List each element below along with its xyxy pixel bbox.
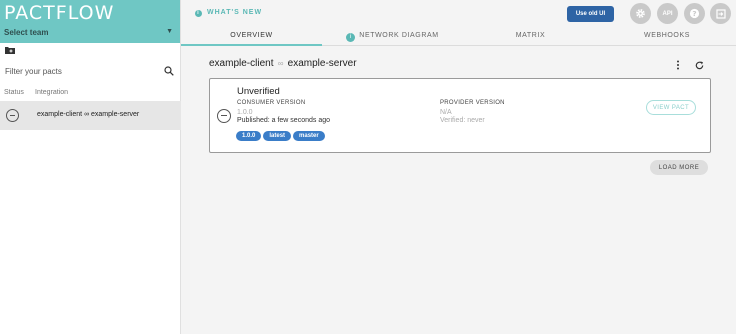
folder-add-icon[interactable]	[5, 46, 15, 54]
tag-badge[interactable]: master	[293, 131, 325, 141]
unverified-status-icon	[6, 109, 19, 122]
info-icon: i	[346, 33, 356, 42]
unverified-status-icon	[217, 109, 231, 123]
brand-header: PACTFLOW Select team ▼	[0, 0, 180, 43]
chevron-down-icon[interactable]: ▼	[166, 28, 173, 35]
tab-matrix[interactable]: MATRIX	[463, 28, 598, 46]
integration-title: example-client ∞ example-server	[209, 58, 357, 69]
gear-icon	[636, 9, 645, 18]
use-old-ui-button[interactable]: Use old UI	[567, 6, 614, 22]
search-icon[interactable]	[164, 66, 174, 76]
provider-version-label: PROVIDER VERSION	[440, 100, 505, 106]
sidebar-item-example-integration[interactable]: example-client ∞ example-server	[0, 101, 181, 130]
sidebar: PACTFLOW Select team ▼ Status Integratio…	[0, 0, 181, 334]
pactflow-logo: PACTFLOW	[4, 2, 115, 24]
consumer-name: example-client	[209, 58, 274, 69]
verified-time: Verified: never	[440, 117, 485, 124]
tab-webhooks[interactable]: WEBHOOKS	[598, 28, 736, 46]
tab-network-diagram[interactable]: i NETWORK DIAGRAM	[322, 28, 463, 46]
tag-badge[interactable]: 1.0.0	[236, 131, 262, 141]
svg-text:?: ?	[692, 9, 696, 18]
tag-badge[interactable]: latest	[263, 131, 292, 141]
kebab-icon[interactable]	[673, 60, 683, 70]
list-column-headers: Status Integration	[0, 88, 181, 100]
integration-label: example-client ∞ example-server	[37, 111, 140, 118]
filter-bar	[0, 62, 181, 80]
help-button[interactable]: ?	[684, 3, 705, 24]
consumer-version-label: CONSUMER VERSION	[237, 100, 306, 106]
consumer-version: 1.0.0	[237, 109, 253, 116]
question-icon: ?	[689, 9, 700, 19]
pact-card: Unverified CONSUMER VERSION 1.0.0 Publis…	[209, 78, 711, 153]
api-label: API	[662, 10, 673, 17]
link-icon: ∞	[275, 59, 286, 68]
logout-button[interactable]	[710, 3, 731, 24]
api-button[interactable]: API	[657, 3, 678, 24]
whats-new-link[interactable]: i WHAT'S NEW	[195, 9, 262, 17]
provider-name: example-server	[287, 58, 357, 69]
tab-bar: OVERVIEW i NETWORK DIAGRAM MATRIX WEBHOOK…	[181, 28, 736, 46]
verification-status: Unverified	[237, 86, 280, 97]
published-time: Published: a few seconds ago	[237, 117, 331, 124]
tab-network-diagram-label: NETWORK DIAGRAM	[359, 32, 439, 39]
column-status[interactable]: Status	[4, 89, 24, 96]
column-integration[interactable]: Integration	[35, 89, 68, 96]
view-pact-button[interactable]: VIEW PACT	[646, 100, 696, 115]
filter-input[interactable]	[5, 65, 155, 77]
team-select[interactable]: Select team	[4, 28, 48, 37]
refresh-icon[interactable]	[694, 60, 705, 71]
info-icon: i	[195, 10, 202, 17]
version-tags: 1.0.0 latest master	[236, 131, 325, 141]
provider-version: N/A	[440, 109, 452, 116]
top-bar: i WHAT'S NEW Use old UI API ?	[181, 0, 736, 28]
logout-icon	[715, 8, 726, 19]
tab-overview[interactable]: OVERVIEW	[181, 28, 322, 46]
whats-new-label: WHAT'S NEW	[207, 9, 263, 16]
load-more-button[interactable]: LOAD MORE	[650, 160, 708, 175]
settings-button[interactable]	[630, 3, 651, 24]
